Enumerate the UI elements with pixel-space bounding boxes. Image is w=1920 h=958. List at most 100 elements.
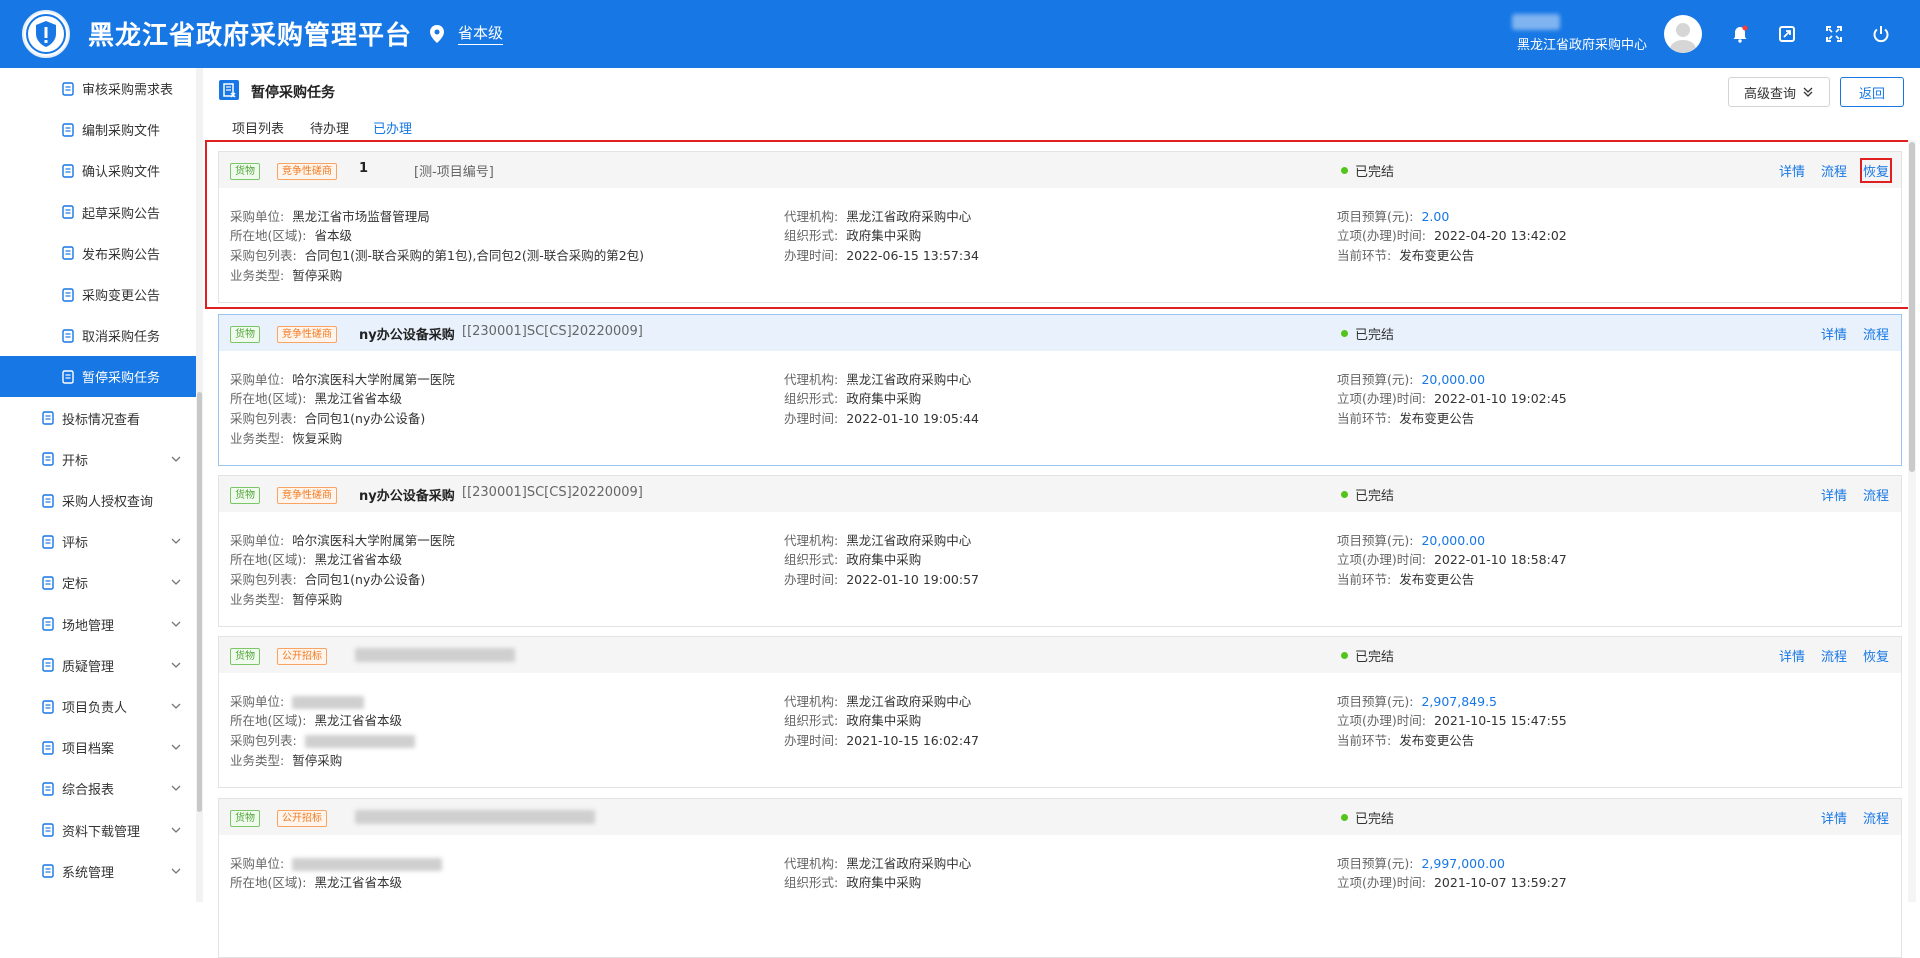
screen-icon[interactable] (1777, 24, 1797, 44)
chevron-down-icon (171, 703, 181, 709)
status-text: 已完结 (1355, 812, 1395, 827)
tab-completed[interactable]: 已办理 (373, 118, 412, 137)
sidebar-item-9[interactable]: 开标 (0, 439, 196, 480)
task-pause-icon (219, 80, 239, 100)
field-value: 发布变更公告 (1399, 411, 1475, 426)
field-value: 黑龙江省政府采购中心 (846, 694, 972, 709)
document-check-icon (62, 164, 74, 178)
main-scrollbar-thumb[interactable] (1909, 142, 1915, 472)
field-label: 办理时间: (784, 572, 839, 587)
field-label: 项目预算(元): (1337, 856, 1414, 871)
chevron-down-icon (171, 538, 181, 545)
sidebar-item-label: 项目负责人 (62, 701, 128, 716)
sidebar-item-0[interactable]: 审核采购需求表 (0, 68, 196, 109)
sidebar-item-11[interactable]: 评标 (0, 521, 196, 562)
cart-question-icon (42, 658, 54, 672)
sidebar-item-label: 资料下载管理 (62, 824, 141, 840)
flow-link[interactable]: 流程 (1821, 161, 1847, 180)
field-value: 发布变更公告 (1399, 572, 1475, 587)
location-selector[interactable]: 省本级 (458, 22, 504, 45)
chevron-down-icon (171, 621, 181, 627)
field-value: 2022-01-10 19:02:45 (1433, 391, 1567, 406)
link-icon (42, 823, 54, 837)
sidebar-item-7[interactable]: 暂停采购任务 (0, 356, 196, 398)
field-purchaser: 采购单位: 哈尔滨医科大学附属第一医院 (230, 369, 455, 388)
restore-link[interactable]: 恢复 (1863, 646, 1889, 665)
sidebar-item-17[interactable]: 综合报表 (0, 768, 196, 809)
detail-link[interactable]: 详情 (1779, 646, 1805, 665)
field-budget: 项目预算(元): 2,907,849.5 (1337, 691, 1497, 710)
sidebar-item-16[interactable]: 项目档案 (0, 727, 196, 768)
field-org_form: 组织形式: 政府集中采购 (784, 872, 921, 891)
flow-link[interactable]: 流程 (1863, 485, 1889, 504)
field-handle_time: 办理时间: 2022-06-15 13:57:34 (784, 245, 979, 264)
bell-icon[interactable] (1730, 24, 1750, 44)
field-value: 哈尔滨医科大学附属第一医院 (292, 372, 455, 387)
field-label: 组织形式: (784, 875, 839, 890)
avatar[interactable] (1664, 15, 1702, 53)
sidebar-item-1[interactable]: 编制采购文件 (0, 109, 196, 150)
field-current_step: 当前环节: 发布变更公告 (1337, 569, 1474, 588)
sidebar: 审核采购需求表编制采购文件确认采购文件 起草采购公告发布采购公告采购变更公告 取消采… (0, 68, 206, 902)
sidebar-scrollbar-thumb[interactable] (197, 392, 202, 812)
tab-pending[interactable]: 待办理 (310, 118, 349, 137)
back-button[interactable]: 返回 (1840, 77, 1904, 107)
card-header: 货物 竞争性磋商 ny办公设备采购 [[230001]SC[CS]20220009] 已… (219, 476, 1901, 512)
redacted-value (292, 858, 443, 871)
sidebar-item-4[interactable]: 发布采购公告 (0, 233, 196, 274)
detail-link[interactable]: 详情 (1821, 324, 1847, 343)
sidebar-item-2[interactable]: 确认采购文件 (0, 150, 196, 191)
sidebar-item-14[interactable]: 质疑管理 (0, 645, 196, 686)
category-tag: 货物 (230, 810, 260, 827)
field-label: 立项(办理)时间: (1337, 713, 1426, 728)
field-agency: 代理机构: 黑龙江省政府采购中心 (784, 369, 971, 388)
sidebar-item-15[interactable]: 项目负责人 (0, 686, 196, 727)
document-list-icon (62, 287, 74, 302)
field-label: 所在地(区域): (230, 713, 307, 728)
top-header: 黑龙江省政府采购管理平台 省本级 黑龙江省政府采购中心 (0, 0, 1920, 68)
redacted-project-name (355, 810, 595, 824)
flow-link[interactable]: 流程 (1863, 324, 1889, 343)
sidebar-item-6[interactable]: 取消采购任务 (0, 315, 196, 356)
sidebar-item-label: 编制采购文件 (82, 124, 161, 140)
detail-link[interactable]: 详情 (1821, 808, 1847, 827)
sidebar-item-12[interactable]: 定标 (0, 562, 196, 603)
sidebar-item-13[interactable]: 场地管理 (0, 604, 196, 645)
power-icon[interactable] (1871, 24, 1891, 44)
detail-link[interactable]: 详情 (1821, 485, 1847, 504)
avatar-person-icon (1670, 23, 1696, 53)
sidebar-item-19[interactable]: 系统管理 (0, 851, 196, 892)
sidebar-item-5[interactable]: 采购变更公告 (0, 274, 196, 315)
field-agency: 代理机构: 黑龙江省政府采购中心 (784, 206, 971, 225)
restore-link[interactable]: 恢复 (1859, 158, 1893, 183)
authorize-icon (42, 493, 54, 508)
field-label: 所在地(区域): (230, 875, 307, 890)
advanced-search-button[interactable]: 高级查询 (1728, 77, 1830, 107)
field-label: 立项(办理)时间: (1337, 228, 1426, 243)
project-code: [[230001]SC[CS]20220009] (462, 485, 643, 500)
sidebar-item-3[interactable]: 起草采购公告 (0, 192, 196, 233)
field-region: 所在地(区域): 黑龙江省省本级 (230, 872, 402, 891)
sidebar-item-label: 暂停采购任务 (82, 371, 161, 387)
field-value: 黑龙江省政府采购中心 (846, 372, 972, 387)
task-card: 货物 竞争性磋商 1 [测-项目编号] 已完结 详情 流程 恢复 采购单位: 黑龙江省市场监督管理… (218, 151, 1902, 303)
flow-link[interactable]: 流程 (1863, 808, 1889, 827)
flow-link[interactable]: 流程 (1821, 646, 1847, 665)
fullscreen-icon[interactable] (1824, 24, 1844, 44)
field-region: 所在地(区域): 黑龙江省省本级 (230, 710, 402, 729)
detail-link[interactable]: 详情 (1779, 161, 1805, 180)
user-name[interactable]: 黑龙江省政府采购中心 (1517, 34, 1647, 53)
field-label: 立项(办理)时间: (1337, 552, 1426, 567)
chevron-down-icon (171, 785, 181, 792)
sidebar-item-label: 发布采购公告 (82, 247, 161, 263)
field-value: 黑龙江省政府采购中心 (846, 533, 972, 548)
sidebar-item-8[interactable]: 投标情况查看 (0, 398, 196, 439)
field-label: 代理机构: (784, 533, 839, 548)
project-code: [[230001]SC[CS]20220009] (462, 324, 643, 339)
sidebar-item-18[interactable]: 资料下载管理 (0, 810, 196, 851)
task-card: 货物 竞争性磋商 ny办公设备采购 [[230001]SC[CS]20220009] 已… (218, 475, 1902, 627)
field-current_step: 当前环节: 发布变更公告 (1337, 730, 1474, 749)
sidebar-item-10[interactable]: 采购人授权查询 (0, 480, 196, 521)
field-current_step: 当前环节: 发布变更公告 (1337, 408, 1474, 427)
tab-project-list[interactable]: 项目列表 (232, 118, 284, 137)
